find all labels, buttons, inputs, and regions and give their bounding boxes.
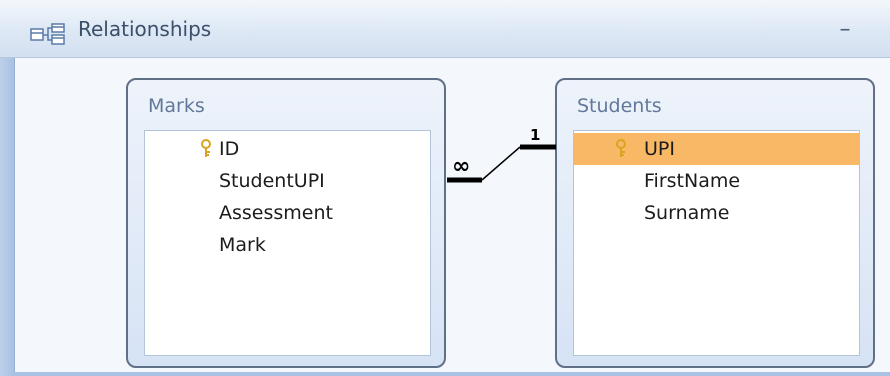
field-label: Assessment — [219, 202, 333, 224]
primary-key-icon — [616, 139, 626, 157]
field-marks-assessment[interactable]: Assessment — [145, 197, 430, 229]
window-title: Relationships — [78, 17, 212, 41]
table-students-field-list[interactable]: UPI FirstName Surname — [573, 130, 860, 356]
window-titlebar: Relationships – — [0, 0, 890, 58]
relationships-icon — [30, 23, 65, 45]
field-students-firstname[interactable]: FirstName — [574, 165, 859, 197]
table-students-header[interactable]: Students — [557, 80, 873, 122]
field-label: Mark — [219, 234, 266, 256]
relationship-many-label: ∞ — [452, 154, 471, 179]
table-marks-field-list[interactable]: ID StudentUPI Assessment Mark — [144, 130, 431, 356]
primary-key-icon — [201, 139, 211, 157]
left-border-strip — [0, 58, 15, 376]
bottom-border — [14, 372, 890, 376]
field-marks-mark[interactable]: Mark — [145, 229, 430, 261]
field-students-surname[interactable]: Surname — [574, 197, 859, 229]
field-students-upi[interactable]: UPI — [574, 133, 859, 165]
field-label: FirstName — [644, 170, 741, 192]
table-marks-header[interactable]: Marks — [128, 80, 444, 122]
field-label: UPI — [644, 138, 675, 160]
field-marks-id[interactable]: ID — [145, 133, 430, 165]
field-marks-studentupi[interactable]: StudentUPI — [145, 165, 430, 197]
field-label: ID — [219, 138, 240, 160]
table-students[interactable]: Students UPI FirstName Surname — [555, 78, 875, 368]
field-label: Surname — [644, 202, 730, 224]
relationship-one-label: 1 — [530, 126, 541, 144]
minimize-button[interactable]: – — [834, 19, 856, 42]
table-marks[interactable]: Marks ID StudentUPI Assessment Mark — [126, 78, 446, 368]
field-label: StudentUPI — [219, 170, 325, 192]
